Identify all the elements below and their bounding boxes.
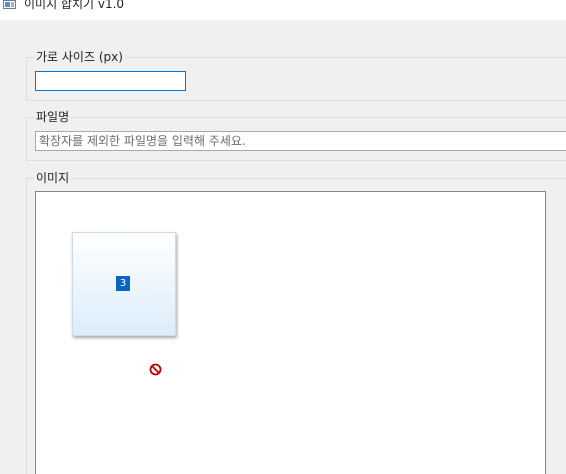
filename-input[interactable] [35,131,566,151]
width-input[interactable] [35,71,186,91]
filename-group-label: 파일명 [34,110,72,124]
app-window-icon [3,0,16,9]
title-bar: 이미지 합치기 v1.0 [0,0,566,20]
window-title: 이미지 합치기 v1.0 [24,0,125,11]
width-group-label: 가로 사이즈 (px) [34,50,125,64]
no-drop-icon [149,363,162,376]
drag-count-badge: 3 [116,276,130,291]
image-group-label: 이미지 [34,171,72,185]
